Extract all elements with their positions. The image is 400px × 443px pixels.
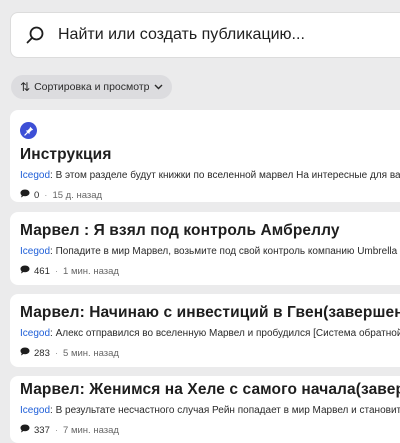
excerpt-text: : В этом разделе будут книжки по вселенн… [50, 170, 400, 181]
comment-bubble-icon [20, 189, 30, 201]
comment-count: 0 [34, 189, 40, 201]
post-time: 1 мин. назад [63, 265, 119, 277]
post-card[interactable]: Марвел: Начинаю с инвестиций в Гвен(заве… [10, 294, 400, 367]
post-time: 7 мин. назад [63, 424, 119, 436]
post-excerpt: Icegod: В этом разделе будут книжки по в… [20, 170, 400, 181]
post-time: 5 мин. назад [63, 347, 119, 359]
author-link[interactable]: Icegod [20, 328, 50, 339]
post-title[interactable]: Инструкция [20, 146, 400, 164]
author-link[interactable]: Icegod [20, 246, 50, 257]
chevron-down-icon [154, 81, 163, 93]
comment-bubble-icon [20, 424, 30, 436]
post-card[interactable]: Марвел: Женимся на Хеле с самого начала(… [10, 376, 400, 443]
author-link[interactable]: Icegod [20, 405, 50, 416]
comment-bubble-icon [20, 265, 30, 277]
comment-count: 283 [34, 347, 50, 359]
post-time: 15 д. назад [52, 189, 103, 201]
post-title[interactable]: Марвел: Начинаю с инвестиций в Гвен(заве… [20, 304, 400, 322]
excerpt-text: : Попадите в мир Марвел, возьмите под св… [50, 246, 400, 257]
comment-count: 337 [34, 424, 50, 436]
search-icon [25, 24, 47, 46]
post-meta: 283 · 5 мин. назад [20, 347, 400, 359]
comment-bubble-icon [20, 347, 30, 359]
search-input[interactable] [56, 25, 400, 45]
comment-count: 461 [34, 265, 50, 277]
excerpt-text: : В результате несчастного случая Рейн п… [50, 405, 400, 416]
post-meta: 461 · 1 мин. назад [20, 265, 400, 277]
post-card[interactable]: Инструкция Icegod: В этом разделе будут … [10, 110, 400, 202]
meta-separator: · [54, 424, 59, 436]
meta-separator: · [44, 189, 48, 201]
post-meta: 0 · 15 д. назад [20, 189, 400, 201]
sort-label: Сортировка и просмотр [34, 81, 150, 93]
author-link[interactable]: Icegod [20, 170, 50, 181]
post-excerpt: Icegod: Алекс отправился во вселенную Ма… [20, 328, 400, 339]
post-excerpt: Icegod: Попадите в мир Марвел, возьмите … [20, 246, 400, 257]
post-meta: 337 · 7 мин. назад [20, 424, 400, 436]
post-excerpt: Icegod: В результате несчастного случая … [20, 405, 400, 416]
search-bar[interactable] [10, 12, 400, 58]
meta-separator: · [54, 347, 59, 359]
meta-separator: · [54, 265, 59, 277]
post-title[interactable]: Марвел: Женимся на Хеле с самого начала(… [20, 381, 400, 399]
post-card[interactable]: Марвел : Я взял под контроль Амбреллу Ic… [10, 212, 400, 285]
pin-icon [20, 122, 37, 139]
sort-arrows-icon: ⇅ [20, 80, 30, 94]
post-title[interactable]: Марвел : Я взял под контроль Амбреллу [20, 222, 400, 240]
excerpt-text: : Алекс отправился во вселенную Марвел и… [50, 328, 400, 339]
sort-view-button[interactable]: ⇅ Сортировка и просмотр [11, 75, 173, 99]
